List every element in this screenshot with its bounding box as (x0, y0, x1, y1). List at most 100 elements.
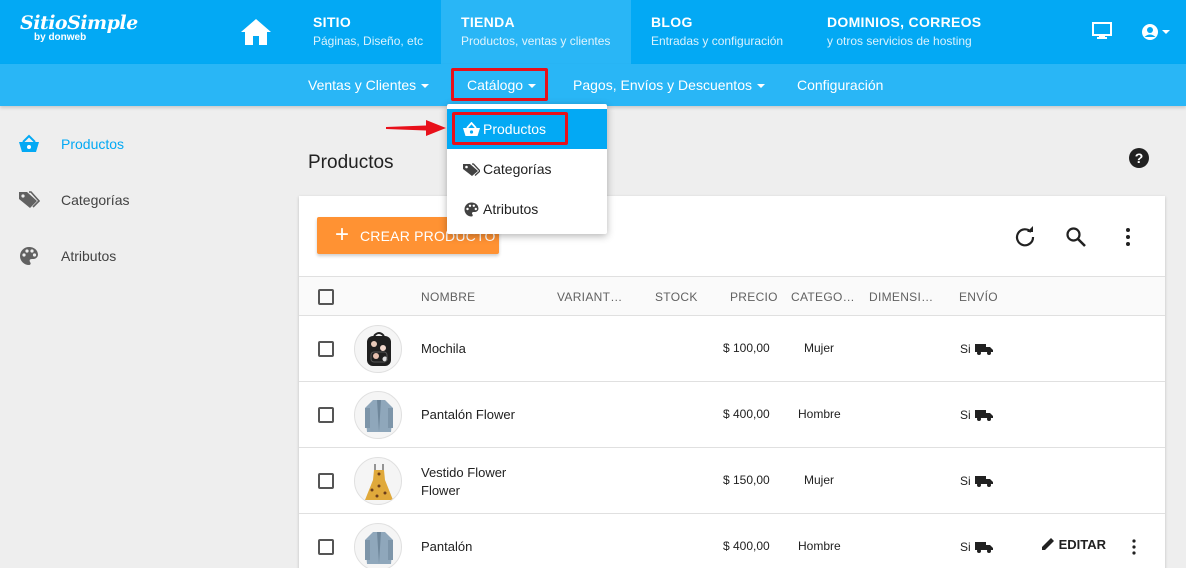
table-row[interactable]: Pantalón Flower $ 400,00 Hombre Si (299, 382, 1165, 448)
jacket-image (365, 532, 393, 564)
plus-icon: + (335, 221, 350, 248)
truck-icon (975, 542, 993, 553)
nav-sitio-title: SITIO (313, 14, 352, 30)
column-header-categoria[interactable]: CATEGO… (791, 290, 855, 304)
row-checkbox[interactable] (318, 473, 334, 489)
more-vert-icon[interactable] (1131, 539, 1137, 555)
nav-dominios-subtitle: y otros servicios de hosting (827, 34, 972, 48)
truck-icon (975, 344, 993, 355)
truck-icon (975, 410, 993, 421)
dropdown-item-categorias[interactable]: Categorías (447, 149, 607, 189)
product-name: Vestido Flower Flower (421, 464, 506, 500)
product-name: Pantalón Flower (421, 407, 515, 422)
table-row[interactable]: Pantalón $ 400,00 Hombre Si EDITAR (299, 514, 1165, 568)
account-icon[interactable] (1140, 22, 1174, 42)
red-arrow-annotation (386, 120, 446, 136)
product-name-line2: Flower (421, 483, 461, 498)
column-header-precio[interactable]: PRECIO (730, 290, 778, 304)
help-icon[interactable]: ? (1128, 147, 1150, 169)
chevron-down-icon (421, 84, 430, 89)
dropdown-item-atributos[interactable]: Atributos (447, 189, 607, 229)
nav-blog-title: BLOG (651, 14, 693, 30)
tag-icon (463, 163, 480, 176)
product-name: Mochila (421, 341, 466, 356)
row-checkbox[interactable] (318, 407, 334, 423)
nav-blog[interactable]: BLOG Entradas y configuración (631, 0, 803, 64)
nav-tienda-subtitle: Productos, ventas y clientes (461, 34, 611, 48)
product-thumbnail (354, 457, 402, 505)
product-name: Pantalón (421, 539, 473, 554)
more-vert-icon[interactable] (1117, 226, 1139, 248)
subnav-ventas[interactable]: Ventas y Clientes (308, 64, 430, 106)
column-header-dimensiones[interactable]: DIMENSI… (869, 290, 933, 304)
top-navbar: SitioSimple by donweb SITIO Páginas, Dis… (0, 0, 1186, 64)
product-thumbnail (354, 391, 402, 439)
column-header-envio[interactable]: ENVÍO (959, 290, 998, 304)
column-header-stock[interactable]: STOCK (655, 290, 698, 304)
edit-button[interactable]: EDITAR (1041, 537, 1106, 552)
product-category: Mujer (804, 341, 835, 355)
products-card: + CREAR PRODUCTO NOMBRE VARIANT… STOCK P… (299, 196, 1165, 568)
nav-sitio-subtitle: Páginas, Diseño, etc (313, 34, 424, 48)
sidebar-item-atributos[interactable]: Atributos (0, 236, 260, 276)
product-price: $ 400,00 (723, 539, 770, 553)
row-checkbox[interactable] (318, 539, 334, 555)
palette-icon (464, 202, 479, 217)
nav-tienda[interactable]: TIENDA Productos, ventas y clientes (441, 0, 631, 64)
column-header-nombre[interactable]: NOMBRE (421, 290, 475, 304)
edit-label: EDITAR (1058, 537, 1107, 552)
product-shipping: Si (960, 342, 971, 356)
basket-icon (19, 134, 39, 152)
refresh-icon[interactable] (1014, 226, 1036, 248)
page-title: Productos (308, 152, 394, 173)
product-thumbnail (354, 325, 402, 373)
sub-navbar: Ventas y Clientes Catálogo Pagos, Envíos… (0, 64, 1186, 106)
nav-sitio[interactable]: SITIO Páginas, Diseño, etc (293, 0, 443, 64)
product-category: Mujer (804, 473, 835, 487)
subnav-configuracion[interactable]: Configuración (797, 64, 883, 106)
product-price: $ 100,00 (723, 341, 770, 355)
table-header: NOMBRE VARIANT… STOCK PRECIO CATEGO… DIM… (299, 276, 1165, 316)
logo[interactable]: SitioSimple by donweb (20, 12, 138, 43)
backpack-image (367, 332, 391, 366)
table-row[interactable]: Mochila $ 100,00 Mujer Si (299, 316, 1165, 382)
jacket-image (365, 400, 393, 432)
highlight-box-productos (452, 112, 568, 145)
nav-dominios[interactable]: DOMINIOS, CORREOS y otros servicios de h… (807, 0, 1001, 64)
row-checkbox[interactable] (318, 341, 334, 357)
subnav-pagos[interactable]: Pagos, Envíos y Descuentos (573, 64, 765, 106)
sidebar-item-label: Atributos (61, 248, 117, 264)
svg-text:?: ? (1135, 150, 1144, 166)
product-category: Hombre (798, 407, 841, 421)
sidebar-item-categorias[interactable]: Categorías (0, 180, 260, 220)
tag-icon (19, 191, 40, 208)
chevron-down-icon (757, 84, 765, 89)
monitor-icon[interactable] (1092, 22, 1112, 40)
dress-image (365, 464, 393, 500)
product-name-line1: Vestido Flower (421, 465, 507, 480)
product-shipping: Si (960, 474, 971, 488)
nav-tienda-title: TIENDA (461, 14, 515, 30)
truck-icon (975, 476, 993, 487)
product-category: Hombre (798, 539, 841, 553)
search-icon[interactable] (1065, 226, 1087, 248)
sidebar-item-productos[interactable]: Productos (0, 124, 260, 164)
select-all-checkbox[interactable] (318, 289, 334, 305)
product-thumbnail (354, 523, 402, 568)
subnav-configuracion-label: Configuración (797, 77, 884, 93)
product-shipping: Si (960, 540, 971, 554)
nav-dominios-title: DOMINIOS, CORREOS (827, 14, 982, 30)
subnav-ventas-label: Ventas y Clientes (308, 77, 417, 93)
sidebar-item-label: Categorías (61, 192, 130, 208)
home-icon[interactable] (240, 17, 272, 47)
column-header-variantes[interactable]: VARIANT… (557, 290, 623, 304)
palette-icon (20, 247, 38, 265)
table-row[interactable]: Vestido Flower Flower $ 150,00 Mujer Si (299, 448, 1165, 514)
product-shipping: Si (960, 408, 971, 422)
brand-name: SitioSimple (20, 12, 138, 34)
dropdown-item-label: Atributos (483, 201, 539, 217)
dropdown-item-label: Categorías (483, 161, 552, 177)
nav-blog-subtitle: Entradas y configuración (651, 34, 784, 48)
sidebar-item-label: Productos (61, 136, 125, 152)
highlight-box-catalogo (451, 68, 548, 101)
